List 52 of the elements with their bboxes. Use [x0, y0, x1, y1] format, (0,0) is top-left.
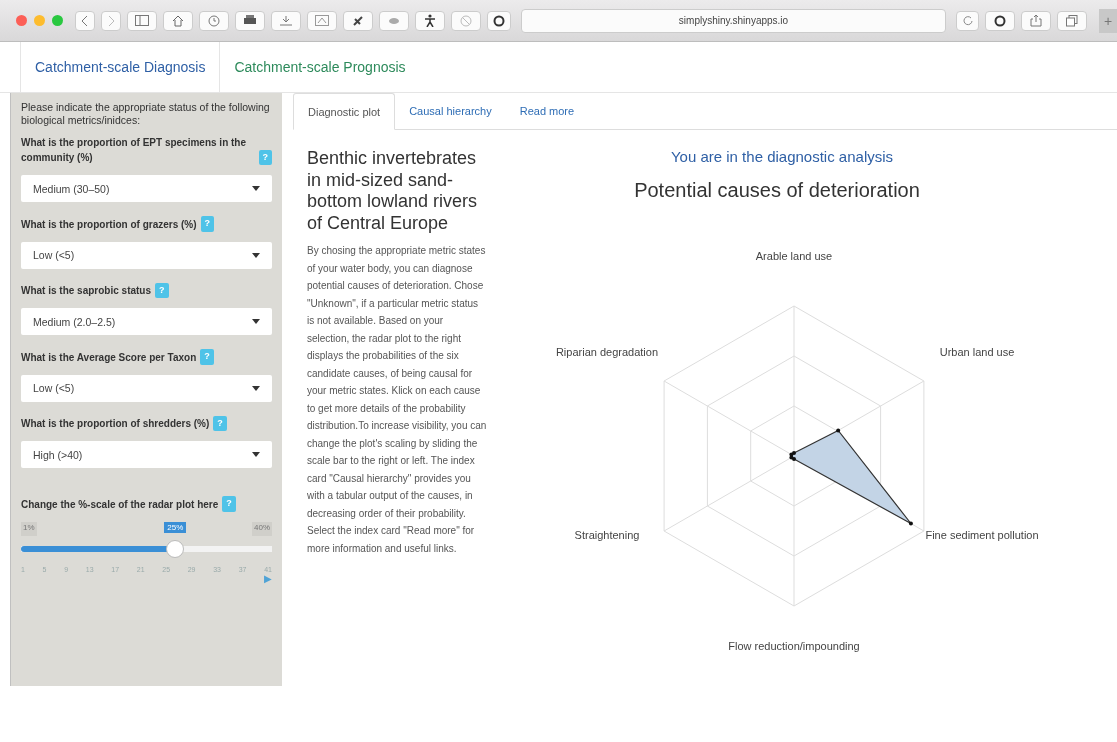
slider-max-label: 40% — [252, 521, 272, 536]
content-tab[interactable]: Diagnostic plot — [293, 93, 396, 130]
zoom-window-icon[interactable] — [52, 15, 63, 26]
question-label: What is the proportion of EPT specimens in the community (%) — [21, 136, 247, 166]
caret-icon — [252, 385, 260, 391]
address-bar[interactable]: simplyshiny.shinyapps.io — [521, 8, 946, 33]
axis-label[interactable]: Riparian degradation — [555, 346, 659, 358]
axis-label[interactable]: Urban land use — [939, 346, 1015, 358]
slider-min-label: 1% — [21, 521, 37, 536]
close-window-icon[interactable] — [16, 15, 27, 26]
question-label: What is the proportion of grazers (%) — [21, 217, 197, 232]
axis-label[interactable]: Fine sediment pollution — [925, 529, 1039, 541]
chart-title: Potential causes of deterioration — [634, 179, 920, 202]
slider-value-label: 25% — [164, 521, 187, 533]
content-tab[interactable]: Read more — [505, 93, 589, 129]
nav-tab[interactable]: Catchment-scale Diagnosis — [20, 42, 221, 92]
sidebar-intro: Please indicate the appropriate status of the following biological metrics/inidces: — [21, 101, 271, 128]
slider-thumb[interactable] — [166, 539, 185, 558]
home-icon[interactable] — [163, 10, 193, 31]
reload-icon[interactable] — [956, 10, 979, 31]
axis-label[interactable]: Arable land use — [755, 250, 833, 262]
caret-icon — [252, 252, 260, 258]
print-icon[interactable] — [235, 10, 265, 31]
accessibility-icon[interactable] — [415, 10, 445, 31]
content-tab[interactable]: Causal hierarchy — [395, 93, 506, 129]
select-field[interactable]: Low (<5) — [21, 241, 272, 269]
select-field[interactable]: High (>40) — [21, 441, 272, 469]
back-icon[interactable] — [75, 10, 95, 31]
question-label: What is the proportion of shredders (%) — [21, 417, 210, 432]
nav-tab[interactable]: Catchment-scale Prognosis — [220, 42, 420, 92]
tabs-icon[interactable] — [1057, 10, 1087, 31]
description-text: By chosing the appropriate metric states of your water body, you can diagnose potential causes of deterioration. Chose "Unknown", if a particular metric status is not available. Based on your selection, the radar plot to the right displays the probabilities of the six candidate causes, of being causal for your metric states. Klick on each cause to get more details of the probability distribution.To increase visibility, you can change the plot's scaling by sliding the scale bar to the right or left. The index card "Causal hierarchy" provides you with a tabular output of the causes, in decreasing order of their probability. Select the index card "Read more" for more information and useful links. — [307, 244, 487, 556]
axis-label[interactable]: Flow reduction/impounding — [728, 640, 860, 652]
axis-label[interactable]: Straightening — [574, 529, 640, 541]
forward-icon[interactable] — [101, 10, 121, 31]
block-icon[interactable] — [451, 10, 481, 31]
share-icon[interactable] — [1021, 10, 1051, 31]
slider-label: Change the %-scale of the radar plot here — [21, 497, 219, 512]
caret-icon — [252, 186, 260, 192]
caret-icon — [252, 319, 260, 325]
analysis-label: You are in the diagnostic analysis — [670, 148, 894, 165]
history-icon[interactable] — [199, 10, 229, 31]
select-field[interactable]: Low (<5) — [21, 374, 272, 402]
screenshot-icon[interactable] — [307, 10, 337, 31]
sidebar-icon[interactable] — [127, 10, 157, 31]
select-field[interactable]: Medium (30–50) — [21, 175, 272, 203]
caret-icon — [252, 452, 260, 458]
question-label: What is the saprobic status — [21, 284, 152, 299]
select-field[interactable]: Medium (2.0–2.5) — [21, 308, 272, 336]
question-label: What is the Average Score per Taxon — [21, 350, 197, 365]
download-icon[interactable] — [271, 10, 301, 31]
page-heading: Benthic invertebrates in mid-sized sand-bottom lowland rivers of Central Europe — [307, 148, 479, 235]
